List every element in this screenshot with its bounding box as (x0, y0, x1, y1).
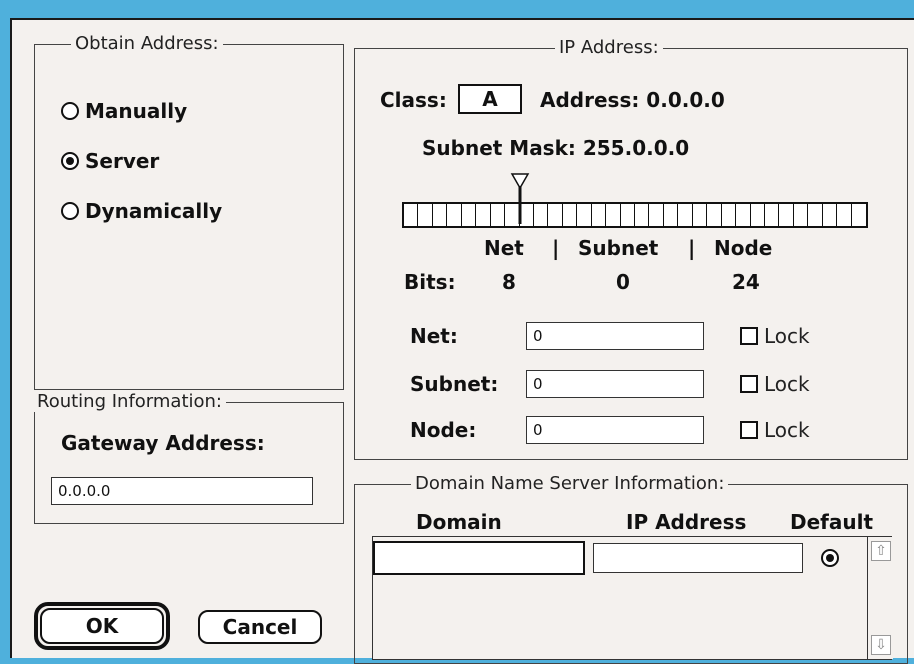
header-separator-2: | (688, 236, 696, 260)
node-lock-label: Lock (764, 418, 810, 442)
class-selector[interactable]: A (458, 84, 522, 114)
dns-column-default: Default (790, 510, 874, 534)
dns-default-radio[interactable] (821, 549, 839, 567)
routing-information-legend: Routing Information: (33, 392, 226, 412)
radio-dynamically-button[interactable] (61, 202, 79, 220)
bits-subnet-value: 0 (616, 270, 630, 294)
node-lock-box[interactable] (740, 421, 758, 439)
cancel-button[interactable]: Cancel (198, 610, 322, 644)
routing-information-group: Routing Information: Gateway Address: 0.… (33, 392, 344, 524)
address-text: Address: 0.0.0.0 (540, 88, 725, 112)
dns-list: ⇧ ⇩ (372, 536, 893, 660)
subnet-mask-text: Subnet Mask: 255.0.0.0 (422, 136, 690, 160)
bit-cell (491, 204, 506, 226)
radio-dynamically[interactable]: Dynamically (61, 199, 222, 223)
dns-ip-field[interactable] (593, 543, 803, 573)
node-field[interactable]: 0 (526, 416, 704, 444)
bit-cell (751, 204, 765, 226)
bit-cell (404, 204, 419, 226)
bit-cell (418, 204, 433, 226)
gateway-address-field[interactable]: 0.0.0.0 (51, 477, 313, 505)
header-net: Net (484, 236, 524, 260)
scroll-up-arrow-icon[interactable]: ⇧ (871, 541, 891, 561)
bit-cell (635, 204, 650, 226)
header-node: Node (714, 236, 773, 260)
radio-server-label: Server (85, 149, 160, 173)
radio-manually-button[interactable] (61, 102, 79, 120)
radio-manually-label: Manually (85, 99, 188, 123)
bit-cell (476, 204, 491, 226)
dns-column-domain: Domain (416, 510, 502, 534)
net-lock-label: Lock (764, 324, 810, 348)
bit-cell (577, 204, 592, 226)
dns-legend: Domain Name Server Information: (411, 474, 729, 494)
bit-cell (808, 204, 823, 226)
bit-cell (722, 204, 737, 226)
dns-domain-field[interactable] (373, 541, 585, 575)
bit-cell (823, 204, 838, 226)
bit-cell (621, 204, 635, 226)
bit-cell (462, 204, 477, 226)
radio-server-button[interactable] (61, 152, 79, 170)
bit-cell (794, 204, 809, 226)
obtain-address-legend: Obtain Address: (71, 34, 223, 54)
radio-manually[interactable]: Manually (61, 99, 187, 123)
bit-cell (534, 204, 549, 226)
bit-cell (592, 204, 607, 226)
subnet-lock-checkbox[interactable]: Lock (740, 372, 810, 396)
bit-cell (707, 204, 722, 226)
class-label: Class: (380, 88, 447, 112)
bit-cell (649, 204, 664, 226)
bit-cell (852, 204, 866, 226)
bit-cell (678, 204, 693, 226)
bit-cell (837, 204, 852, 226)
slider-thumb-icon[interactable] (510, 170, 530, 226)
radio-dynamically-label: Dynamically (85, 199, 223, 223)
bit-cell (563, 204, 578, 226)
bit-cell (779, 204, 794, 226)
subnet-label: Subnet: (410, 372, 499, 396)
dns-scrollbar[interactable]: ⇧ ⇩ (867, 537, 893, 659)
ip-address-legend: IP Address: (555, 38, 663, 58)
gateway-address-label: Gateway Address: (61, 431, 265, 455)
subnet-bit-slider[interactable] (402, 202, 868, 228)
subnet-field[interactable]: 0 (526, 370, 704, 398)
bit-cell (736, 204, 751, 226)
net-label: Net: (410, 324, 458, 348)
dns-column-ip-address: IP Address (626, 510, 747, 534)
bit-cell (548, 204, 563, 226)
scroll-down-arrow-icon[interactable]: ⇩ (871, 635, 891, 655)
tcpip-dialog: Obtain Address: Manually Server Dynamica… (10, 18, 914, 664)
bit-cell (433, 204, 448, 226)
header-subnet: Subnet (578, 236, 659, 260)
bits-label: Bits: (404, 270, 456, 294)
net-field[interactable]: 0 (526, 322, 704, 350)
bits-node-value: 24 (732, 270, 760, 294)
net-lock-box[interactable] (740, 327, 758, 345)
net-lock-checkbox[interactable]: Lock (740, 324, 810, 348)
ok-button[interactable]: OK (40, 608, 164, 644)
node-label: Node: (410, 418, 477, 442)
subnet-lock-label: Lock (764, 372, 810, 396)
bits-net-value: 8 (502, 270, 516, 294)
bit-cell (664, 204, 679, 226)
bit-cell (606, 204, 621, 226)
header-separator-1: | (552, 236, 560, 260)
bit-cell (447, 204, 462, 226)
bit-cell (693, 204, 708, 226)
node-lock-checkbox[interactable]: Lock (740, 418, 810, 442)
subnet-lock-box[interactable] (740, 375, 758, 393)
bit-cell (765, 204, 780, 226)
radio-server[interactable]: Server (61, 149, 159, 173)
obtain-address-group: Obtain Address: Manually Server Dynamica… (34, 34, 344, 390)
